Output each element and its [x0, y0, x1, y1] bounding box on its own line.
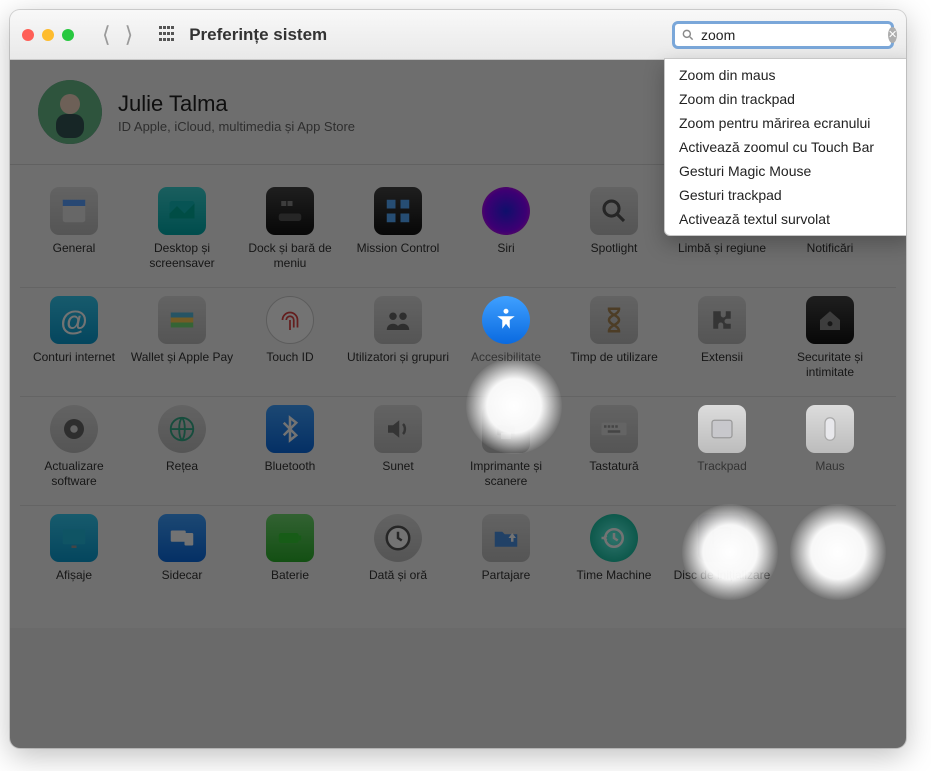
pref-internet-accounts[interactable]: @ Conturi internet: [20, 296, 128, 380]
pref-date-time[interactable]: Dată și oră: [344, 514, 452, 598]
printer-icon: [482, 405, 530, 453]
pref-printers-scanners[interactable]: Imprimante și scanere: [452, 405, 560, 489]
mission-control-icon: [374, 187, 422, 235]
pref-desktop-screensaver[interactable]: Desktop și screensaver: [128, 187, 236, 271]
suggestion-item[interactable]: Zoom din trackpad: [665, 87, 906, 111]
time-machine-icon: [590, 514, 638, 562]
suggestion-item[interactable]: Zoom din maus: [665, 63, 906, 87]
keyboard-icon: [590, 405, 638, 453]
fingerprint-icon: [266, 296, 314, 344]
wallet-icon: [158, 296, 206, 344]
profile-subtitle: ID Apple, iCloud, multimedia și App Stor…: [118, 119, 355, 134]
disk-icon: [698, 514, 746, 562]
desktop-icon: [158, 187, 206, 235]
pref-bluetooth[interactable]: Bluetooth: [236, 405, 344, 489]
bluetooth-icon: [266, 405, 314, 453]
house-lock-icon: [806, 296, 854, 344]
window-title: Preferințe sistem: [189, 25, 327, 45]
close-window-button[interactable]: [22, 29, 34, 41]
pref-trackpad[interactable]: Trackpad: [668, 405, 776, 489]
profile-name: Julie Talma: [118, 91, 355, 117]
pref-wallet-applepay[interactable]: Wallet și Apple Pay: [128, 296, 236, 380]
siri-icon: [482, 187, 530, 235]
pref-general[interactable]: General: [20, 187, 128, 271]
suggestion-item[interactable]: Zoom pentru mărirea ecranului: [665, 111, 906, 135]
display-icon: [50, 514, 98, 562]
pref-users-groups[interactable]: Utilizatori și grupuri: [344, 296, 452, 380]
puzzle-icon: [698, 296, 746, 344]
pref-spotlight[interactable]: Spotlight: [560, 187, 668, 271]
suggestion-item[interactable]: Activează zoomul cu Touch Bar: [665, 135, 906, 159]
pref-network[interactable]: Rețea: [128, 405, 236, 489]
pref-sidecar[interactable]: Sidecar: [128, 514, 236, 598]
dock-icon: [266, 187, 314, 235]
pref-mouse[interactable]: Maus: [776, 405, 884, 489]
accessibility-icon: [482, 296, 530, 344]
pref-dock-menubar[interactable]: Dock și bară de meniu: [236, 187, 344, 271]
titlebar: ⟨ ⟩ Preferințe sistem ✕: [10, 10, 906, 60]
pref-accessibility[interactable]: Accesibilitate: [452, 296, 560, 380]
system-preferences-window: ⟨ ⟩ Preferințe sistem ✕ Zoom din maus Zo…: [10, 10, 906, 748]
hourglass-icon: [590, 296, 638, 344]
pref-time-machine[interactable]: Time Machine: [560, 514, 668, 598]
pref-touch-id[interactable]: Touch ID: [236, 296, 344, 380]
search-input[interactable]: [701, 27, 882, 43]
battery-icon: [266, 514, 314, 562]
suggestion-item[interactable]: Gesturi trackpad: [665, 183, 906, 207]
pref-screen-time[interactable]: Timp de utilizare: [560, 296, 668, 380]
pref-sharing[interactable]: Partajare: [452, 514, 560, 598]
search-suggestions: Zoom din maus Zoom din trackpad Zoom pen…: [664, 58, 906, 236]
search-field[interactable]: ✕: [672, 21, 894, 49]
forward-button[interactable]: ⟩: [125, 22, 134, 48]
pref-security-privacy[interactable]: Securitate și intimitate: [776, 296, 884, 380]
at-icon: @: [50, 296, 98, 344]
show-all-button[interactable]: [159, 26, 177, 44]
users-icon: [374, 296, 422, 344]
pref-sound[interactable]: Sunet: [344, 405, 452, 489]
window-controls: [22, 29, 74, 41]
mouse-icon: [806, 405, 854, 453]
pref-mission-control[interactable]: Mission Control: [344, 187, 452, 271]
search-icon: [681, 28, 695, 42]
pref-keyboard[interactable]: Tastatură: [560, 405, 668, 489]
back-button[interactable]: ⟨: [102, 22, 111, 48]
speaker-icon: [374, 405, 422, 453]
folder-share-icon: [482, 514, 530, 562]
minimize-window-button[interactable]: [42, 29, 54, 41]
suggestion-item[interactable]: Gesturi Magic Mouse: [665, 159, 906, 183]
pref-startup-disk[interactable]: Disc de inițializare: [668, 514, 776, 598]
gear-icon: [50, 405, 98, 453]
zoom-window-button[interactable]: [62, 29, 74, 41]
clock-icon: [374, 514, 422, 562]
general-icon: [50, 187, 98, 235]
sidecar-icon: [158, 514, 206, 562]
globe-icon: [158, 405, 206, 453]
pref-extensions[interactable]: Extensii: [668, 296, 776, 380]
pref-siri[interactable]: Siri: [452, 187, 560, 271]
pref-battery[interactable]: Baterie: [236, 514, 344, 598]
trackpad-icon: [698, 405, 746, 453]
suggestion-item[interactable]: Activează textul survolat: [665, 207, 906, 231]
pref-software-update[interactable]: Actualizare software: [20, 405, 128, 489]
spotlight-icon: [590, 187, 638, 235]
pref-displays[interactable]: Afișaje: [20, 514, 128, 598]
clear-search-button[interactable]: ✕: [888, 27, 897, 43]
avatar: [38, 80, 102, 144]
